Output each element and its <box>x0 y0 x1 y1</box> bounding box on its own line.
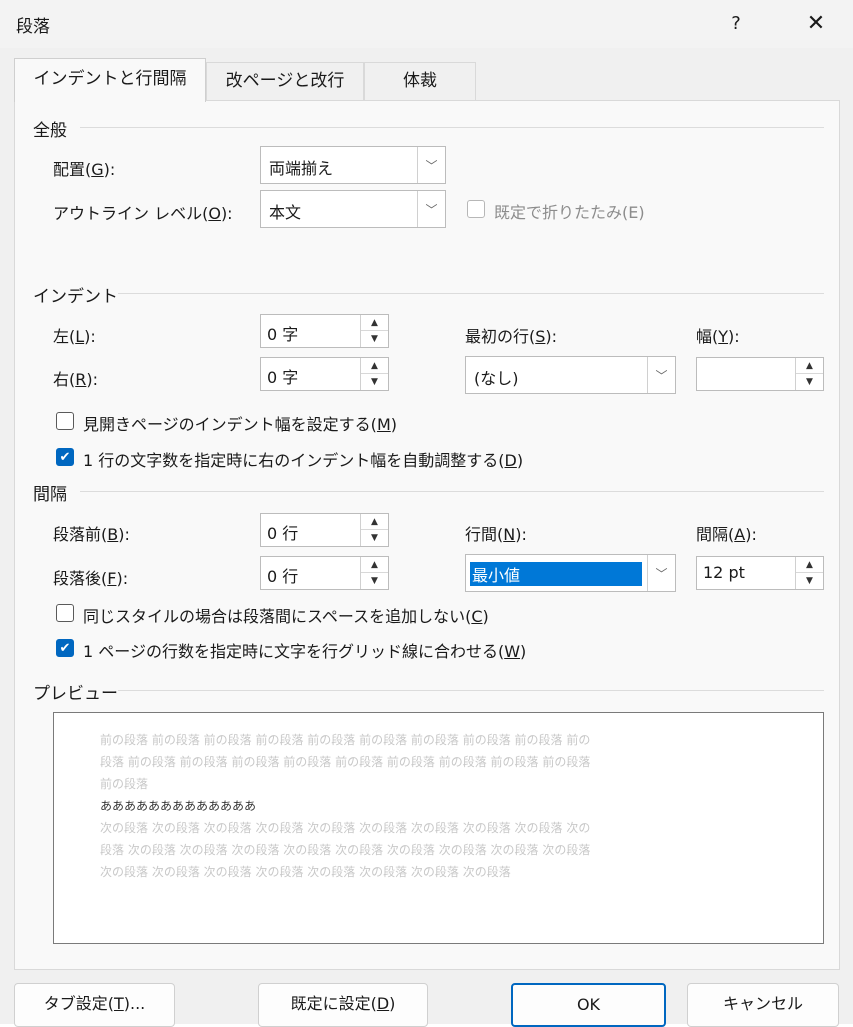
alignment-label: 配置(G): <box>53 160 116 179</box>
set-as-default-button[interactable]: 既定に設定(D) <box>258 983 428 1027</box>
auto-adjust-checkbox[interactable]: ✔ <box>56 448 74 466</box>
space-before-value: 0 行 <box>267 524 299 543</box>
collapsed-label: 既定で折りたたみ(E) <box>494 203 645 222</box>
indent-left-value: 0 字 <box>267 325 299 344</box>
preview-next-line: 次の段落 次の段落 次の段落 次の段落 次の段落 次の段落 次の段落 次の段落 <box>100 865 511 879</box>
section-divider <box>80 491 824 492</box>
spin-up-icon[interactable]: ▲ <box>361 315 388 331</box>
no-space-same-style-label: 同じスタイルの場合は段落間にスペースを追加しない(C) <box>83 607 489 626</box>
cancel-button[interactable]: キャンセル <box>687 983 839 1027</box>
spin-down-icon[interactable]: ▼ <box>361 331 388 347</box>
spinner-buttons: ▲ ▼ <box>360 358 388 390</box>
spinner-buttons: ▲ ▼ <box>795 358 823 390</box>
spinner-buttons: ▲ ▼ <box>360 557 388 589</box>
help-button[interactable]: ? <box>716 8 756 40</box>
indent-right-label: 右(R): <box>53 370 99 389</box>
section-general-heading: 全般 <box>33 121 67 141</box>
chevron-down-icon: ﹀ <box>417 191 445 227</box>
section-divider <box>118 293 824 294</box>
first-line-select[interactable]: (なし) ﹀ <box>465 356 676 394</box>
tab-indent-spacing[interactable]: インデントと行間隔 <box>14 58 206 102</box>
spacing-at-spinner[interactable]: 12 pt ▲ ▼ <box>696 556 824 590</box>
spin-up-icon[interactable]: ▲ <box>361 557 388 573</box>
spin-up-icon[interactable]: ▲ <box>796 557 823 573</box>
mirror-indents-label: 見開きページのインデント幅を設定する(M) <box>83 415 397 434</box>
line-spacing-select[interactable]: 最小値 ﹀ <box>465 554 676 592</box>
spin-down-icon[interactable]: ▼ <box>361 530 388 546</box>
dialog-title: 段落 <box>16 17 50 37</box>
preview-prev-line: 前の段落 前の段落 前の段落 前の段落 前の段落 前の段落 前の段落 前の段落 … <box>100 733 591 747</box>
spin-down-icon[interactable]: ▼ <box>361 573 388 589</box>
auto-adjust-label: 1 行の文字数を指定時に右のインデント幅を自動調整する(D) <box>83 451 524 470</box>
checkmark-icon: ✔ <box>59 450 71 465</box>
spinner-buttons: ▲ ▼ <box>360 315 388 347</box>
alignment-select[interactable]: 両端揃え ﹀ <box>260 146 446 184</box>
space-after-value: 0 行 <box>267 567 299 586</box>
line-spacing-label: 行間(N): <box>465 525 527 544</box>
first-line-value: (なし) <box>474 369 519 388</box>
spin-up-icon[interactable]: ▲ <box>796 358 823 374</box>
chevron-down-icon: ﹀ <box>417 147 445 183</box>
preview-current-line: あああああああああああああ <box>100 799 257 813</box>
outline-level-value: 本文 <box>269 203 302 222</box>
checkmark-icon: ✔ <box>59 641 71 656</box>
section-divider <box>118 690 824 691</box>
snap-to-grid-label: 1 ページの行数を指定時に文字を行グリッド線に合わせる(W) <box>83 642 527 661</box>
collapsed-checkbox[interactable] <box>467 200 485 218</box>
ok-button[interactable]: OK <box>511 983 666 1027</box>
spin-up-icon[interactable]: ▲ <box>361 514 388 530</box>
spinner-buttons: ▲ ▼ <box>795 557 823 589</box>
space-after-spinner[interactable]: 0 行 ▲ ▼ <box>260 556 389 590</box>
section-indent-heading: インデント <box>33 287 118 307</box>
spin-up-icon[interactable]: ▲ <box>361 358 388 374</box>
space-before-label: 段落前(B): <box>53 525 130 544</box>
tab-line-page-breaks[interactable]: 改ページと改行 <box>206 62 364 100</box>
spacing-at-value: 12 pt <box>703 563 745 582</box>
outline-level-label: アウトライン レベル(O): <box>53 204 233 223</box>
preview-next-line: 段落 次の段落 次の段落 次の段落 次の段落 次の段落 次の段落 次の段落 次の… <box>100 843 591 857</box>
chevron-down-icon: ﹀ <box>647 555 675 591</box>
tabs-settings-button[interactable]: タブ設定(T)... <box>14 983 175 1027</box>
indent-left-label: 左(L): <box>53 327 96 346</box>
preview-prev-line: 段落 前の段落 前の段落 前の段落 前の段落 前の段落 前の段落 前の段落 前の… <box>100 755 591 769</box>
indent-right-value: 0 字 <box>267 368 299 387</box>
spinner-buttons: ▲ ▼ <box>360 514 388 546</box>
line-spacing-value: 最小値 <box>470 562 642 586</box>
spacing-at-label: 間隔(A): <box>696 525 757 544</box>
spin-down-icon[interactable]: ▼ <box>361 374 388 390</box>
preview-next-line: 次の段落 次の段落 次の段落 次の段落 次の段落 次の段落 次の段落 次の段落 … <box>100 821 591 835</box>
tab-asian-typography[interactable]: 体裁 <box>364 62 476 100</box>
indent-right-spinner[interactable]: 0 字 ▲ ▼ <box>260 357 389 391</box>
outline-level-select[interactable]: 本文 ﹀ <box>260 190 446 228</box>
close-icon: ✕ <box>806 11 826 36</box>
preview-pane: 前の段落 前の段落 前の段落 前の段落 前の段落 前の段落 前の段落 前の段落 … <box>53 712 824 944</box>
close-button[interactable]: ✕ <box>794 8 838 40</box>
chevron-down-icon: ﹀ <box>647 357 675 393</box>
space-before-spinner[interactable]: 0 行 ▲ ▼ <box>260 513 389 547</box>
indent-left-spinner[interactable]: 0 字 ▲ ▼ <box>260 314 389 348</box>
space-after-label: 段落後(F): <box>53 569 129 588</box>
alignment-value: 両端揃え <box>269 159 334 178</box>
section-preview-heading: プレビュー <box>33 684 118 704</box>
spin-down-icon[interactable]: ▼ <box>796 374 823 390</box>
preview-prev-line: 前の段落 <box>100 777 149 791</box>
section-spacing-heading: 間隔 <box>33 485 67 505</box>
snap-to-grid-checkbox[interactable]: ✔ <box>56 639 74 657</box>
indent-by-label: 幅(Y): <box>696 327 740 346</box>
indent-by-spinner[interactable]: ▲ ▼ <box>696 357 824 391</box>
mirror-indents-checkbox[interactable] <box>56 412 74 430</box>
no-space-same-style-checkbox[interactable] <box>56 604 74 622</box>
first-line-label: 最初の行(S): <box>465 327 558 346</box>
section-divider <box>80 127 824 128</box>
spin-down-icon[interactable]: ▼ <box>796 573 823 589</box>
